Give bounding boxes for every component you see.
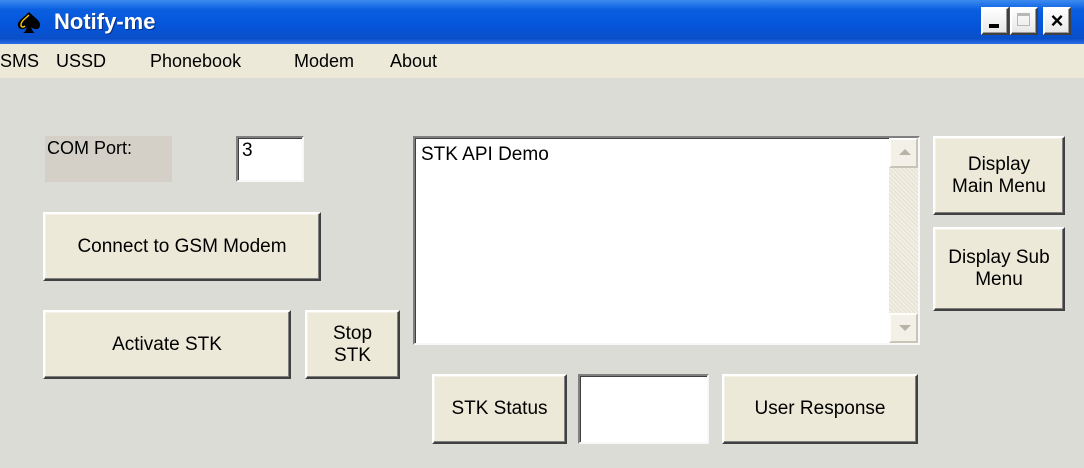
stk-status-input[interactable]	[578, 374, 709, 444]
stop-stk-label-line2: STK	[334, 344, 371, 366]
menu-bar: SMS USSD Phonebook Modem About	[0, 44, 1084, 78]
close-button[interactable]: ×	[1043, 7, 1071, 35]
activate-stk-label: Activate STK	[112, 333, 222, 355]
arrow-up-icon	[899, 149, 911, 155]
stop-stk-button[interactable]: Stop STK	[305, 310, 400, 379]
stop-stk-label-line1: Stop	[332, 322, 373, 344]
com-port-label-box: COM Port:	[45, 136, 172, 182]
stk-output-textarea[interactable]: STK API Demo	[413, 136, 920, 345]
user-response-button[interactable]: User Response	[722, 374, 918, 444]
spade-icon	[17, 12, 41, 33]
vertical-scrollbar[interactable]	[889, 138, 918, 343]
window-title: Notify-me	[54, 9, 156, 34]
display-sub-menu-line1: Display Sub	[948, 247, 1050, 268]
com-port-input[interactable]: 3	[236, 136, 304, 182]
minimize-button[interactable]	[981, 7, 1009, 35]
app-window: Notify-me × SMS USSD Phonebook Modem Abo…	[0, 0, 1084, 468]
menu-sms[interactable]: SMS	[0, 44, 39, 78]
connect-gsm-modem-label: Connect to GSM Modem	[77, 235, 287, 257]
title-bar[interactable]: Notify-me ×	[0, 0, 1084, 44]
menu-ussd[interactable]: USSD	[56, 44, 106, 78]
scroll-up-button[interactable]	[889, 138, 918, 168]
com-port-label: COM Port:	[47, 138, 133, 158]
menu-phonebook[interactable]: Phonebook	[150, 44, 241, 78]
display-sub-menu-button[interactable]: Display Sub Menu	[933, 227, 1065, 311]
maximize-button[interactable]	[1010, 7, 1038, 35]
arrow-down-icon	[899, 325, 911, 331]
maximize-icon	[1017, 13, 1030, 26]
display-main-menu-line1: Display	[967, 153, 1031, 175]
close-icon: ×	[1050, 8, 1064, 33]
minimize-icon	[989, 24, 999, 28]
stk-output-text: STK API Demo	[421, 144, 549, 165]
scroll-down-button[interactable]	[889, 313, 918, 343]
activate-stk-button[interactable]: Activate STK	[43, 310, 291, 379]
menu-modem[interactable]: Modem	[294, 44, 354, 78]
connect-gsm-modem-button[interactable]: Connect to GSM Modem	[43, 212, 321, 281]
stk-status-button[interactable]: STK Status	[432, 374, 567, 444]
stk-status-label: STK Status	[451, 398, 548, 419]
display-main-menu-button[interactable]: Display Main Menu	[933, 136, 1065, 215]
menu-about[interactable]: About	[390, 44, 437, 78]
display-main-menu-line2: Main Menu	[952, 175, 1046, 197]
user-response-label: User Response	[754, 398, 886, 419]
display-sub-menu-line2: Menu	[975, 269, 1023, 290]
com-port-value: 3	[242, 140, 253, 161]
